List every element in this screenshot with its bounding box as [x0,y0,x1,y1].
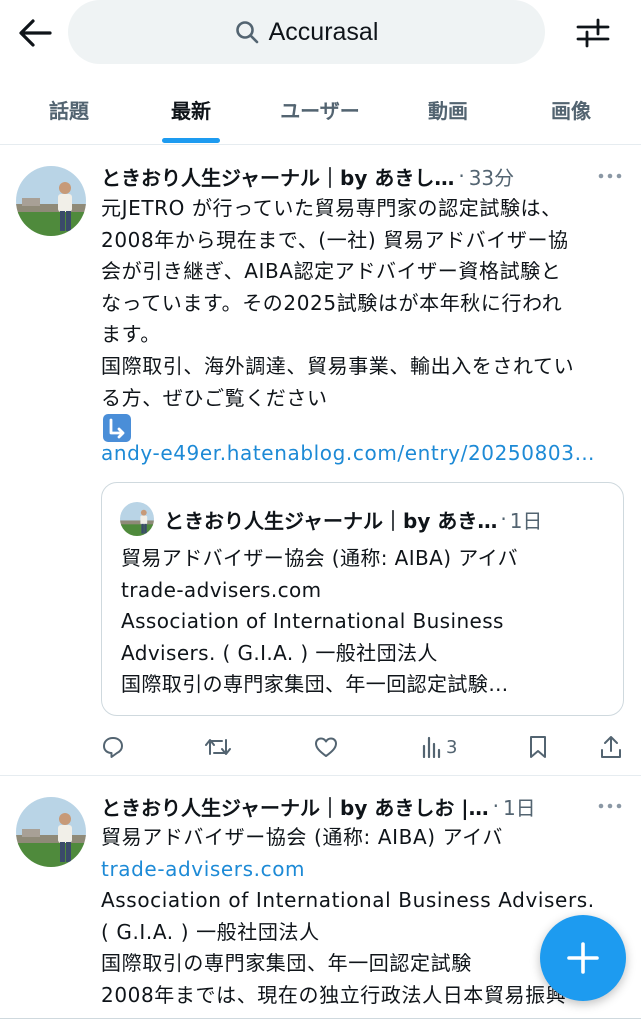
author-name[interactable]: ときおり人生ジャーナル｜by あきしお |… [101,792,489,821]
compose-button[interactable] [540,915,626,1001]
post-line: 国際取引、海外調達、貿易事業、輸出入をされてい [101,353,575,378]
plus-icon [567,942,599,974]
retweet-icon [205,739,231,755]
search-input[interactable]: Accurasal [68,0,545,64]
tab-users[interactable]: ユーザー [264,74,376,144]
tab-latest[interactable]: 最新 [153,74,229,144]
search-query: Accurasal [268,17,379,46]
sliders-icon [576,18,610,48]
post-time[interactable]: 1日 [503,792,536,821]
views-button[interactable]: 3 [422,732,457,762]
reply-button[interactable] [101,732,125,762]
post-actions: 3 [0,732,641,762]
post-line: 元JETRO が行っていた貿易専門家の認定試験は、 [101,196,562,220]
quote-line: Advisers. ( G.I.A. ) 一般社団法人 [121,640,438,665]
quoted-post[interactable]: ときおり人生ジャーナル｜by あき… · 1日 貿易アドバイザー協会 (通称: … [101,482,624,716]
more-dots-icon[interactable] [597,171,623,181]
quote-line: 国際取引の専門家集団、年一回認定試験… [121,672,509,696]
search-tabs: 話題 最新 ユーザー 動画 画像 [0,74,641,145]
quote-body: 貿易アドバイザー協会 (通称: AIBA) アイバ trade-advisers… [121,543,611,701]
search-icon [235,21,258,44]
separator-dot: · [458,164,465,188]
arrow-left-icon [19,19,52,47]
bookmark-button[interactable] [528,732,548,762]
active-tab-indicator [162,138,220,143]
separator-dot: · [492,794,499,818]
post-header: ときおり人生ジャーナル｜by あきし… · 33分 [101,160,514,192]
quote-line: 貿易アドバイザー協会 (通称: AIBA) アイバ [121,546,518,570]
post-line: ます。 [101,322,161,347]
separator-dot: · [500,507,507,531]
quote-avatar [120,502,154,536]
views-count: 3 [446,736,458,758]
post-time[interactable]: 33分 [469,162,514,191]
more-dots-icon[interactable] [597,801,623,811]
post-header: ときおり人生ジャーナル｜by あきしお |… · 1日 [101,790,536,822]
back-button[interactable] [14,12,56,54]
filter-button[interactable] [572,12,614,54]
quote-line: trade-advisers.com [121,577,322,602]
reply-icon [103,737,123,758]
quote-time: 1日 [509,508,543,533]
post-body: 元JETRO が行っていた貿易専門家の認定試験は、 2008年から現在まで、(一… [101,193,626,443]
post-line-with-emoji: る方、ぜひご覧ください [101,383,626,443]
bookmark-icon [530,736,546,758]
share-button[interactable] [600,732,622,762]
post-line: 貿易アドバイザー協会 (通称: AIBA) アイバ [101,825,503,849]
post-line: 2008年から現在まで、(一社) 貿易アドバイザー協 [101,227,569,252]
tab-trending[interactable]: 話題 [33,74,105,144]
quote-line: Association of International Business [121,609,504,633]
retweet-button[interactable] [205,732,231,762]
bar-chart-icon [422,736,441,758]
avatar[interactable] [16,797,86,867]
quote-author-name: ときおり人生ジャーナル｜by あき… [164,508,498,533]
tab-videos[interactable]: 動画 [412,74,484,144]
like-button[interactable] [314,732,338,762]
avatar[interactable] [16,166,86,236]
post-line: なっています。その2025試験はが本年秋に行われ [101,290,563,315]
post-line: 会が引き継ぎ、AIBA認定アドバイザー資格試験と [101,259,562,284]
tab-images[interactable]: 画像 [534,74,608,144]
post-divider [0,775,641,776]
share-icon [601,736,621,758]
quote-header: ときおり人生ジャーナル｜by あき… · 1日 [164,503,542,535]
author-name[interactable]: ときおり人生ジャーナル｜by あきし… [101,162,454,191]
post-line: Association of International Business Ad… [101,888,595,913]
post-line: 2008年までは、現在の独立行政法人日本貿易振興 [101,982,567,1007]
post-link[interactable]: andy-e49er.hatenablog.com/entry/20250803… [101,438,626,470]
post-line: る方、ぜひご覧ください [101,385,328,410]
post-link[interactable]: trade-advisers.com [101,854,626,886]
heart-icon [315,737,337,757]
post-link-text[interactable]: andy-e49er.hatenablog.com/entry/20250803… [101,438,626,470]
top-bar: Accurasal [0,0,641,66]
